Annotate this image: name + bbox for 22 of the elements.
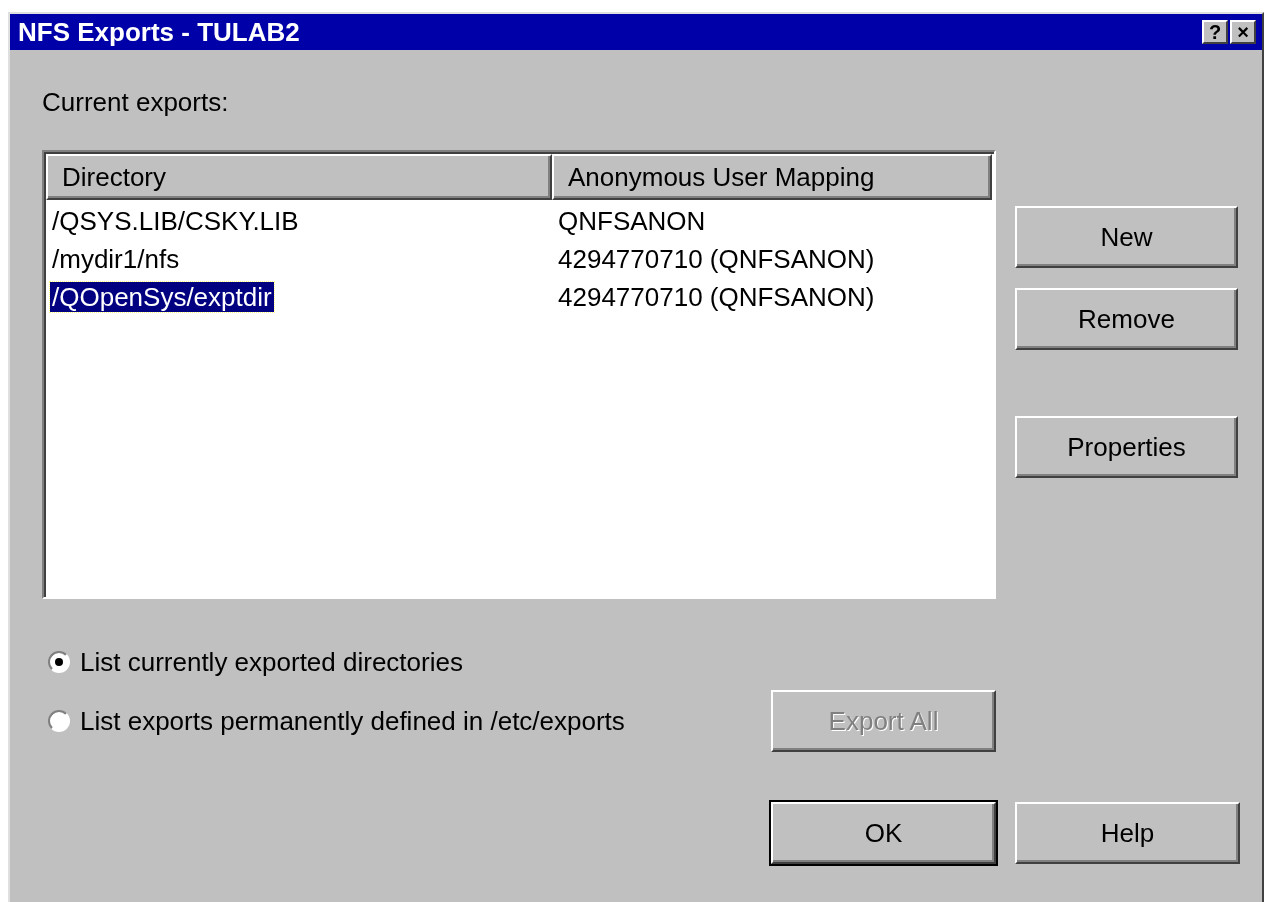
dialog-button[interactable]: Help — [1015, 802, 1240, 864]
table-cell[interactable]: QNFSANON — [556, 205, 708, 236]
radio-label[interactable]: List currently exported directories — [80, 642, 463, 682]
table-cell[interactable]: /QSYS.LIB/CSKY.LIB — [50, 205, 301, 236]
radio-button[interactable] — [48, 651, 70, 673]
column-header[interactable]: Directory — [46, 154, 552, 200]
section-label: Current exports: — [42, 86, 230, 118]
table-cell[interactable]: 4294770710 (QNFSANON) — [556, 281, 877, 312]
radio-button[interactable] — [48, 710, 70, 732]
action-button[interactable]: Properties — [1015, 416, 1238, 478]
table-cell[interactable]: /QOpenSys/exptdir — [50, 281, 274, 312]
table-cell[interactable]: 4294770710 (QNFSANON) — [556, 243, 877, 274]
window-title: NFS Exports - TULAB2 — [18, 15, 301, 49]
radio-label[interactable]: List exports permanently defined in /etc/exports — [80, 701, 625, 741]
table-cell[interactable]: /mydir1/nfs — [50, 243, 182, 274]
action-button[interactable]: Remove — [1015, 288, 1238, 350]
help-button[interactable]: ? — [1202, 20, 1228, 44]
close-button[interactable]: × — [1230, 20, 1256, 44]
exports-list[interactable]: Directory Anonymous User Mapping /QSYS.LIB/CSKY.LIB QNFSANON /mydir1/nfs 4294770710 (QNFSANON) /QOpenSys/exptdir 4294770710 (QNFSANON) — [42, 150, 996, 599]
column-header[interactable]: Anonymous User Mapping — [552, 154, 992, 200]
dialog-button[interactable]: OK — [771, 802, 996, 864]
action-button[interactable]: New — [1015, 206, 1238, 268]
